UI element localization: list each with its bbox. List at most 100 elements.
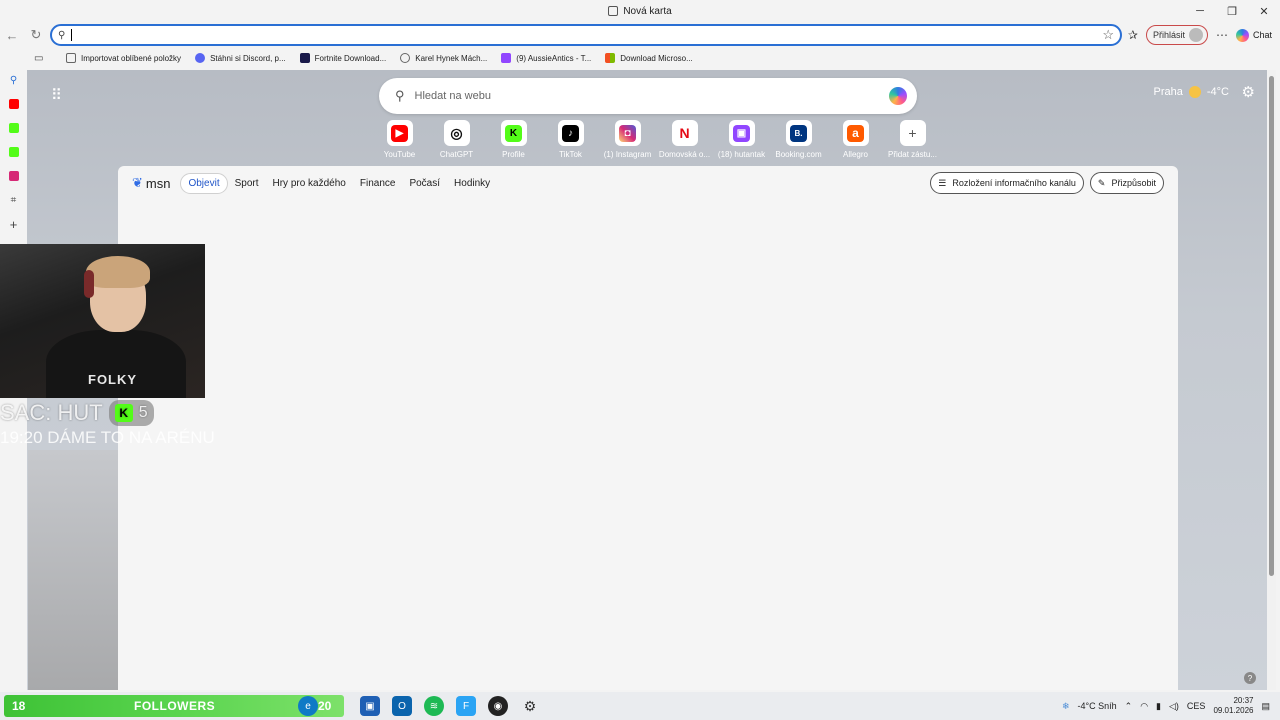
followers-goal-bar: 18 FOLLOWERS 20 xyxy=(4,695,344,717)
signin-button[interactable]: Přihlásit xyxy=(1145,25,1208,45)
copilot-icon xyxy=(1235,28,1249,42)
sidebar-kick-2[interactable] xyxy=(0,140,27,164)
language-indicator[interactable]: CES xyxy=(1187,701,1206,711)
help-icon[interactable]: ? xyxy=(1244,672,1256,684)
tab-title: Nová karta xyxy=(623,5,672,17)
search-icon: ⚲ xyxy=(58,29,66,41)
quicklink-twitch[interactable]: ▣ (18) hutantak xyxy=(713,120,770,159)
settings-gear-icon[interactable]: ⚙ xyxy=(1242,83,1255,101)
wifi-icon[interactable]: ◠ xyxy=(1140,701,1148,712)
webcam-background-strip xyxy=(28,450,118,690)
kick-icon xyxy=(8,123,19,133)
scrollbar-thumb[interactable] xyxy=(1269,76,1274,576)
sidebar-instagram[interactable] xyxy=(0,164,27,188)
kick-count: 5 xyxy=(138,404,148,421)
customize-button[interactable]: ✎ Přizpůsobit xyxy=(1089,172,1164,194)
taskbar: 18 FOLLOWERS 20 ▣ O ≋ F ◉ ⚙ e ❄ -4°C Sní… xyxy=(0,692,1280,720)
followers-goal: 20 xyxy=(318,699,332,713)
quicklink-chatgpt[interactable]: ◎ ChatGPT xyxy=(428,120,485,159)
file-explorer-icon[interactable]: ▣ xyxy=(360,696,380,716)
weather-snow-icon[interactable]: ❄ xyxy=(1062,701,1070,712)
copilot-chat-button[interactable]: Chat xyxy=(1235,28,1272,42)
sidebar-add[interactable]: + xyxy=(0,212,27,236)
outlook-icon[interactable]: O xyxy=(392,696,412,716)
feed-layout-button[interactable]: ☰ Rozložení informačního kanálu xyxy=(930,172,1084,194)
kick-icon xyxy=(8,147,19,157)
spotify-icon[interactable]: ≋ xyxy=(424,696,444,716)
copilot-icon[interactable] xyxy=(889,87,907,105)
quicklink-tiktok[interactable]: ♪ TikTok xyxy=(542,120,599,159)
quicklink-label: Booking.com xyxy=(775,150,822,159)
apps-grid-icon[interactable]: ⠿ xyxy=(51,86,62,104)
collections-icon[interactable]: ▭ xyxy=(34,53,43,64)
booking-icon: B. xyxy=(790,124,807,142)
tab-finance[interactable]: Finance xyxy=(353,174,403,193)
clock[interactable]: 20:37 09.01.2026 xyxy=(1213,696,1253,716)
microphone-icon[interactable]: ▮ xyxy=(1156,701,1161,712)
page-scrollbar[interactable] xyxy=(1267,70,1276,690)
quicklink-profile[interactable]: K Profile xyxy=(485,120,542,159)
settings-gear-icon[interactable]: ⚙ xyxy=(520,696,540,716)
allegro-icon: a xyxy=(847,124,864,142)
taskbar-apps: ▣ O ≋ F ◉ ⚙ xyxy=(360,696,540,716)
tiktok-icon: ♪ xyxy=(562,124,579,142)
chevron-up-icon[interactable]: ⌃ xyxy=(1125,701,1133,712)
quicklink-label: Allegro xyxy=(843,150,868,159)
tab-hry[interactable]: Hry pro každého xyxy=(266,174,353,193)
favorite-label: Importovat oblíbené položky xyxy=(81,53,182,63)
sidebar-search[interactable]: ⚲ xyxy=(0,68,27,92)
obs-icon[interactable]: ◉ xyxy=(488,696,508,716)
sidebar-kick[interactable] xyxy=(0,116,27,140)
sidebar-screenshot[interactable]: ⌗ xyxy=(0,188,27,212)
folder-icon xyxy=(66,53,76,63)
address-bar[interactable]: ⚲ ☆ xyxy=(50,24,1122,46)
favorite-label: Download Microso... xyxy=(620,53,693,63)
favorite-twitch[interactable]: (9) AussieAntics - T... xyxy=(501,53,591,63)
favorite-microsoft[interactable]: Download Microso... xyxy=(605,53,693,63)
quicklink-netflix[interactable]: N Domovská o... xyxy=(656,120,713,159)
address-row: ← ↻ ⚲ ☆ xyxy=(0,22,1280,48)
notifications-icon[interactable]: ▤ xyxy=(1261,701,1270,712)
tray-weather[interactable]: -4°C Sníh xyxy=(1078,701,1117,711)
fortnite-icon[interactable]: F xyxy=(456,696,476,716)
edge-icon[interactable]: e xyxy=(298,696,318,716)
quicklink-allegro[interactable]: a Allegro xyxy=(827,120,884,159)
quicklink-add[interactable]: + Přidat zástu... xyxy=(884,120,941,159)
favorite-label: Karel Hynek Mách... xyxy=(415,53,488,63)
restore-icon[interactable]: ❐ xyxy=(1216,0,1248,22)
toolbar-right: ✰ Přihlásit ⋯ Chat xyxy=(1128,24,1272,46)
favorite-discord[interactable]: Stáhni si Discord, p... xyxy=(195,53,286,63)
sidebar-youtube[interactable] xyxy=(0,92,27,116)
favorite-fortnite[interactable]: Fortnite Download... xyxy=(299,53,386,63)
favorites-icon[interactable]: ✰ xyxy=(1128,28,1138,42)
quicklink-label: ChatGPT xyxy=(439,150,474,159)
weather-widget[interactable]: Praha -4°C xyxy=(1154,86,1229,98)
sliders-icon: ☰ xyxy=(938,177,947,188)
back-icon[interactable]: ← xyxy=(0,28,24,43)
tab-pocasi[interactable]: Počasí xyxy=(402,174,447,193)
refresh-icon[interactable]: ↻ xyxy=(24,27,48,43)
tab-objevit[interactable]: Objevit xyxy=(180,172,228,194)
screenshot-icon: ⌗ xyxy=(10,194,17,206)
kick-icon: K xyxy=(114,404,133,422)
weather-icon xyxy=(1188,86,1201,98)
tab-sport[interactable]: Sport xyxy=(228,174,266,193)
favorite-label: (9) AussieAntics - T... xyxy=(516,53,592,63)
quicklink-booking[interactable]: B. Booking.com xyxy=(770,120,827,159)
volume-icon[interactable]: ◁) xyxy=(1169,701,1179,712)
msn-logo[interactable]: ❦ msn xyxy=(132,175,170,191)
favorite-star-icon[interactable]: ☆ xyxy=(1102,27,1114,43)
kick-badge: K 5 xyxy=(108,400,154,426)
minimize-icon[interactable]: ─ xyxy=(1184,0,1216,22)
more-menu-icon[interactable]: ⋯ xyxy=(1216,28,1228,42)
quicklink-youtube[interactable]: ▶ YouTube xyxy=(371,120,428,159)
tab-hodinky[interactable]: Hodinky xyxy=(447,174,497,193)
person-hair xyxy=(86,256,150,288)
favorite-karel[interactable]: Karel Hynek Mách... xyxy=(400,53,487,63)
favorite-import[interactable]: Importovat oblíbené položky xyxy=(66,53,181,63)
web-search-box[interactable]: ⚲ Hledat na webu xyxy=(379,78,917,114)
quicklink-instagram[interactable]: ◘ (1) Instagram xyxy=(599,120,656,159)
close-icon[interactable]: ✕ xyxy=(1248,0,1280,22)
clock-time: 20:37 xyxy=(1233,696,1254,705)
active-tab[interactable]: Nová karta xyxy=(608,5,672,17)
